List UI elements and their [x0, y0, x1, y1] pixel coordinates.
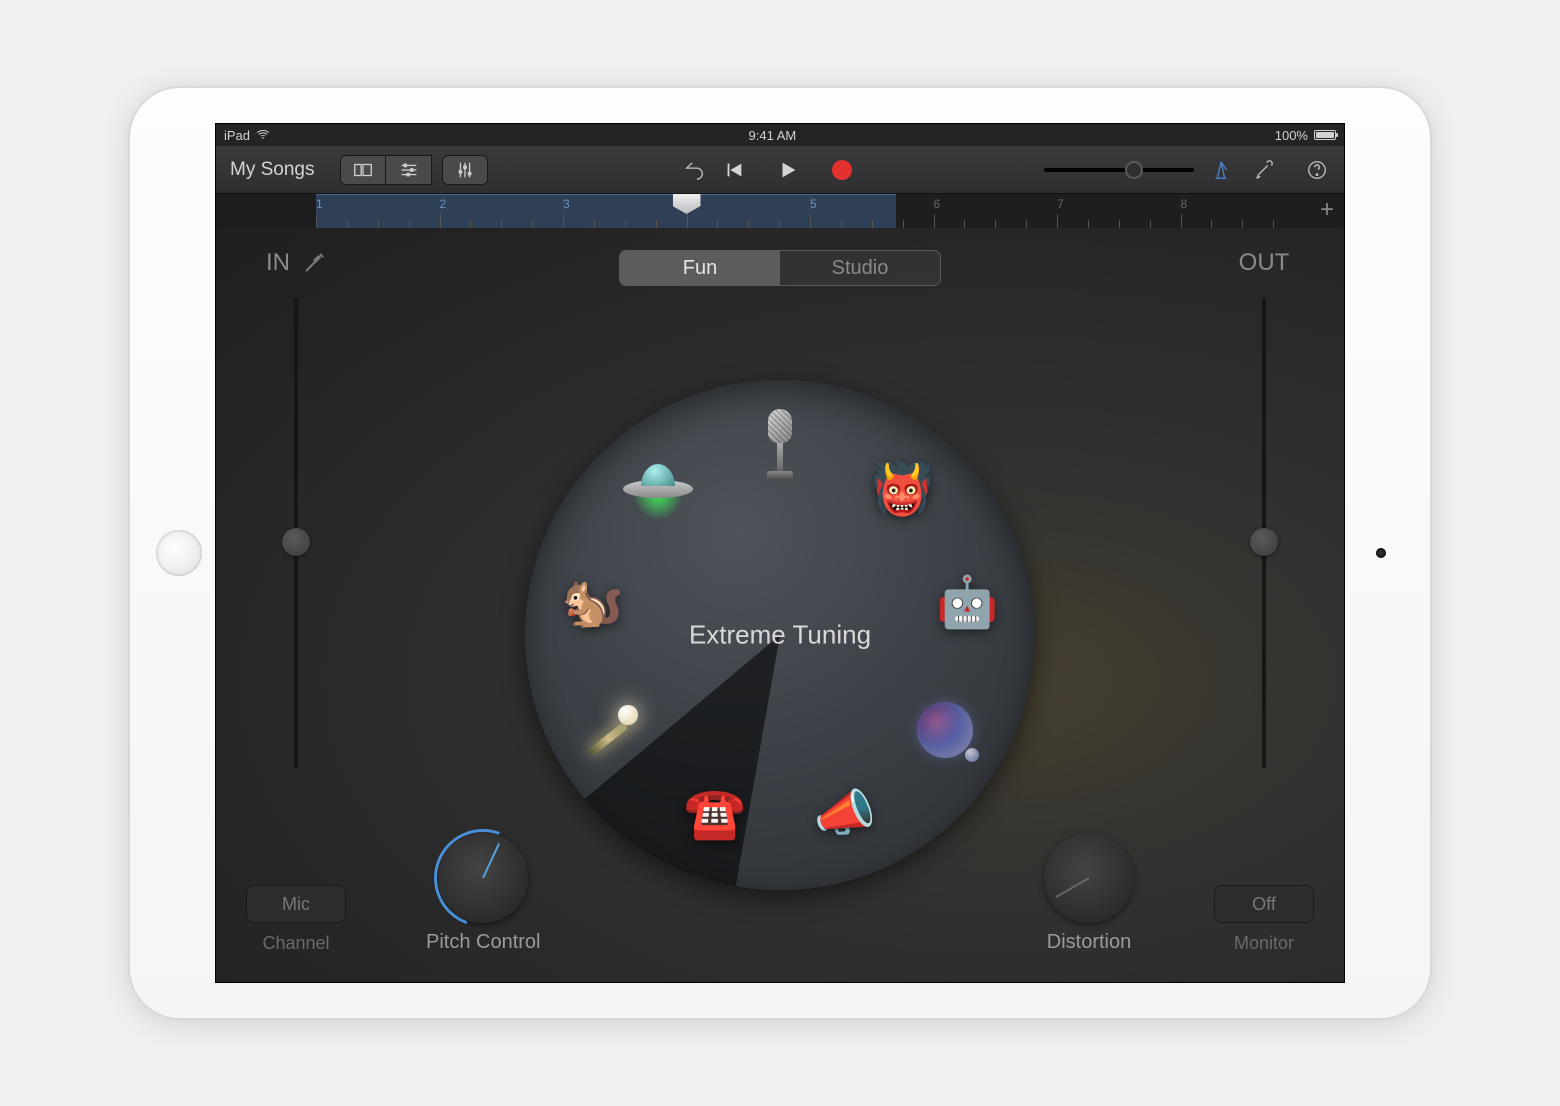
ruler-bar-number: 1: [316, 197, 323, 211]
distortion-knob[interactable]: [1044, 833, 1134, 923]
voice-robot[interactable]: 🤖: [927, 562, 1007, 642]
screen: iPad 9:41 AM 100% My Songs: [215, 123, 1345, 983]
toolbar: My Songs: [216, 146, 1344, 194]
distortion-knob-label: Distortion: [1047, 931, 1131, 954]
voice-telephone[interactable]: ☎️: [675, 774, 755, 854]
pitch-knob-group: Pitch Control: [426, 833, 541, 954]
ruler-bar-number: 3: [563, 197, 570, 211]
monitor-label: Monitor: [1234, 933, 1294, 954]
output-column: OUT: [1214, 248, 1314, 768]
help-button[interactable]: [1300, 155, 1334, 185]
input-column: IN: [246, 248, 346, 768]
timeline-ruler[interactable]: 12345678 +: [216, 194, 1344, 228]
settings-button[interactable]: [1248, 155, 1282, 185]
voice-wheel[interactable]: Extreme Tuning 👹 🤖 📣 ☎️ 🐿️: [525, 380, 1035, 890]
out-label: OUT: [1239, 249, 1290, 277]
mode-segment: Fun Studio: [619, 250, 941, 286]
ruler-bar-number: 5: [810, 197, 817, 211]
tracks-view-button[interactable]: [386, 155, 432, 185]
master-volume-slider[interactable]: [1044, 168, 1194, 172]
channel-label: Channel: [262, 933, 329, 954]
voice-megaphone[interactable]: 📣: [805, 774, 885, 854]
camera-icon: [1376, 548, 1386, 558]
ruler-bar-number: 7: [1057, 197, 1064, 211]
input-level-slider[interactable]: [294, 298, 298, 768]
channel-button[interactable]: Mic: [246, 885, 346, 923]
status-bar: iPad 9:41 AM 100%: [216, 124, 1344, 146]
clock-label: 9:41 AM: [749, 128, 797, 143]
in-label: IN: [266, 249, 290, 277]
undo-button[interactable]: [678, 155, 712, 185]
ruler-bar-number: 6: [934, 197, 941, 211]
main-area: IN OUT: [216, 228, 1344, 982]
play-button[interactable]: [776, 158, 800, 182]
voice-ufo[interactable]: [618, 450, 698, 530]
metronome-button[interactable]: [1204, 155, 1238, 185]
distortion-knob-group: Distortion: [1044, 833, 1134, 954]
channel-group: Mic Channel: [246, 885, 346, 954]
battery-pct-label: 100%: [1275, 128, 1308, 143]
track-controls-button[interactable]: [442, 155, 488, 185]
ipad-frame: iPad 9:41 AM 100% My Songs: [130, 88, 1430, 1018]
wifi-icon: [256, 128, 270, 142]
voice-squirrel[interactable]: 🐿️: [553, 562, 633, 642]
pitch-knob-label: Pitch Control: [426, 931, 541, 954]
monitor-group: Off Monitor: [1214, 885, 1314, 954]
pitch-control-knob[interactable]: [438, 833, 528, 923]
record-button[interactable]: [830, 158, 854, 182]
voice-bubble[interactable]: [905, 690, 985, 770]
go-to-start-button[interactable]: [722, 158, 746, 182]
battery-icon: [1314, 130, 1336, 140]
carrier-label: iPad: [224, 128, 250, 143]
ruler-bar-number: 2: [440, 197, 447, 211]
mode-studio-tab[interactable]: Studio: [780, 251, 940, 285]
voice-microphone[interactable]: [740, 405, 820, 485]
my-songs-button[interactable]: My Songs: [226, 159, 318, 181]
add-section-button[interactable]: +: [1320, 198, 1334, 222]
monitor-button[interactable]: Off: [1214, 885, 1314, 923]
browser-view-button[interactable]: [340, 155, 386, 185]
ruler-bar-number: 8: [1181, 197, 1188, 211]
mode-fun-tab[interactable]: Fun: [620, 251, 780, 285]
voice-gold-mic[interactable]: [575, 690, 655, 770]
output-level-slider[interactable]: [1262, 298, 1266, 768]
voice-monster[interactable]: 👹: [862, 450, 942, 530]
input-jack-icon: [302, 251, 326, 275]
wheel-center-label: Extreme Tuning: [675, 620, 885, 651]
home-button[interactable]: [156, 530, 202, 576]
